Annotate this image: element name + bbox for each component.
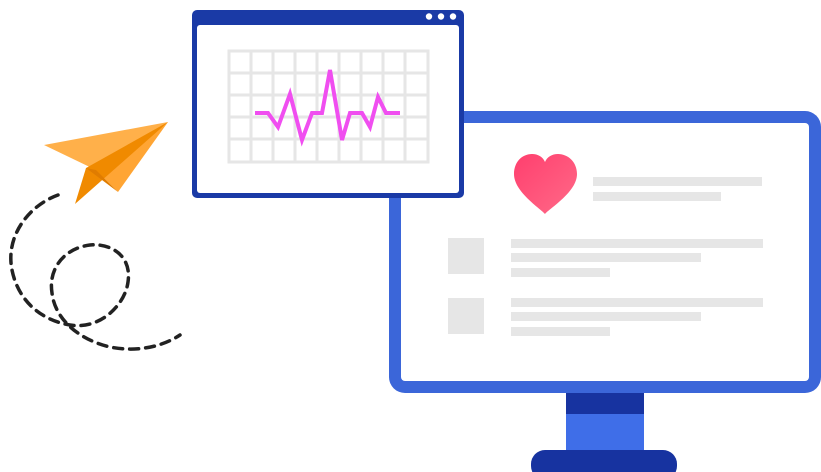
window-dots-icon	[425, 13, 457, 20]
thumbnail-placeholder	[448, 238, 484, 274]
illustration-canvas	[9, 10, 821, 472]
monitor-stand	[531, 388, 677, 472]
health-monitoring-illustration	[0, 0, 821, 472]
paper-plane-icon	[44, 122, 168, 204]
dashed-flight-trail	[9, 193, 182, 351]
heartbeat-window	[192, 10, 464, 198]
thumbnail-placeholder	[448, 298, 484, 334]
